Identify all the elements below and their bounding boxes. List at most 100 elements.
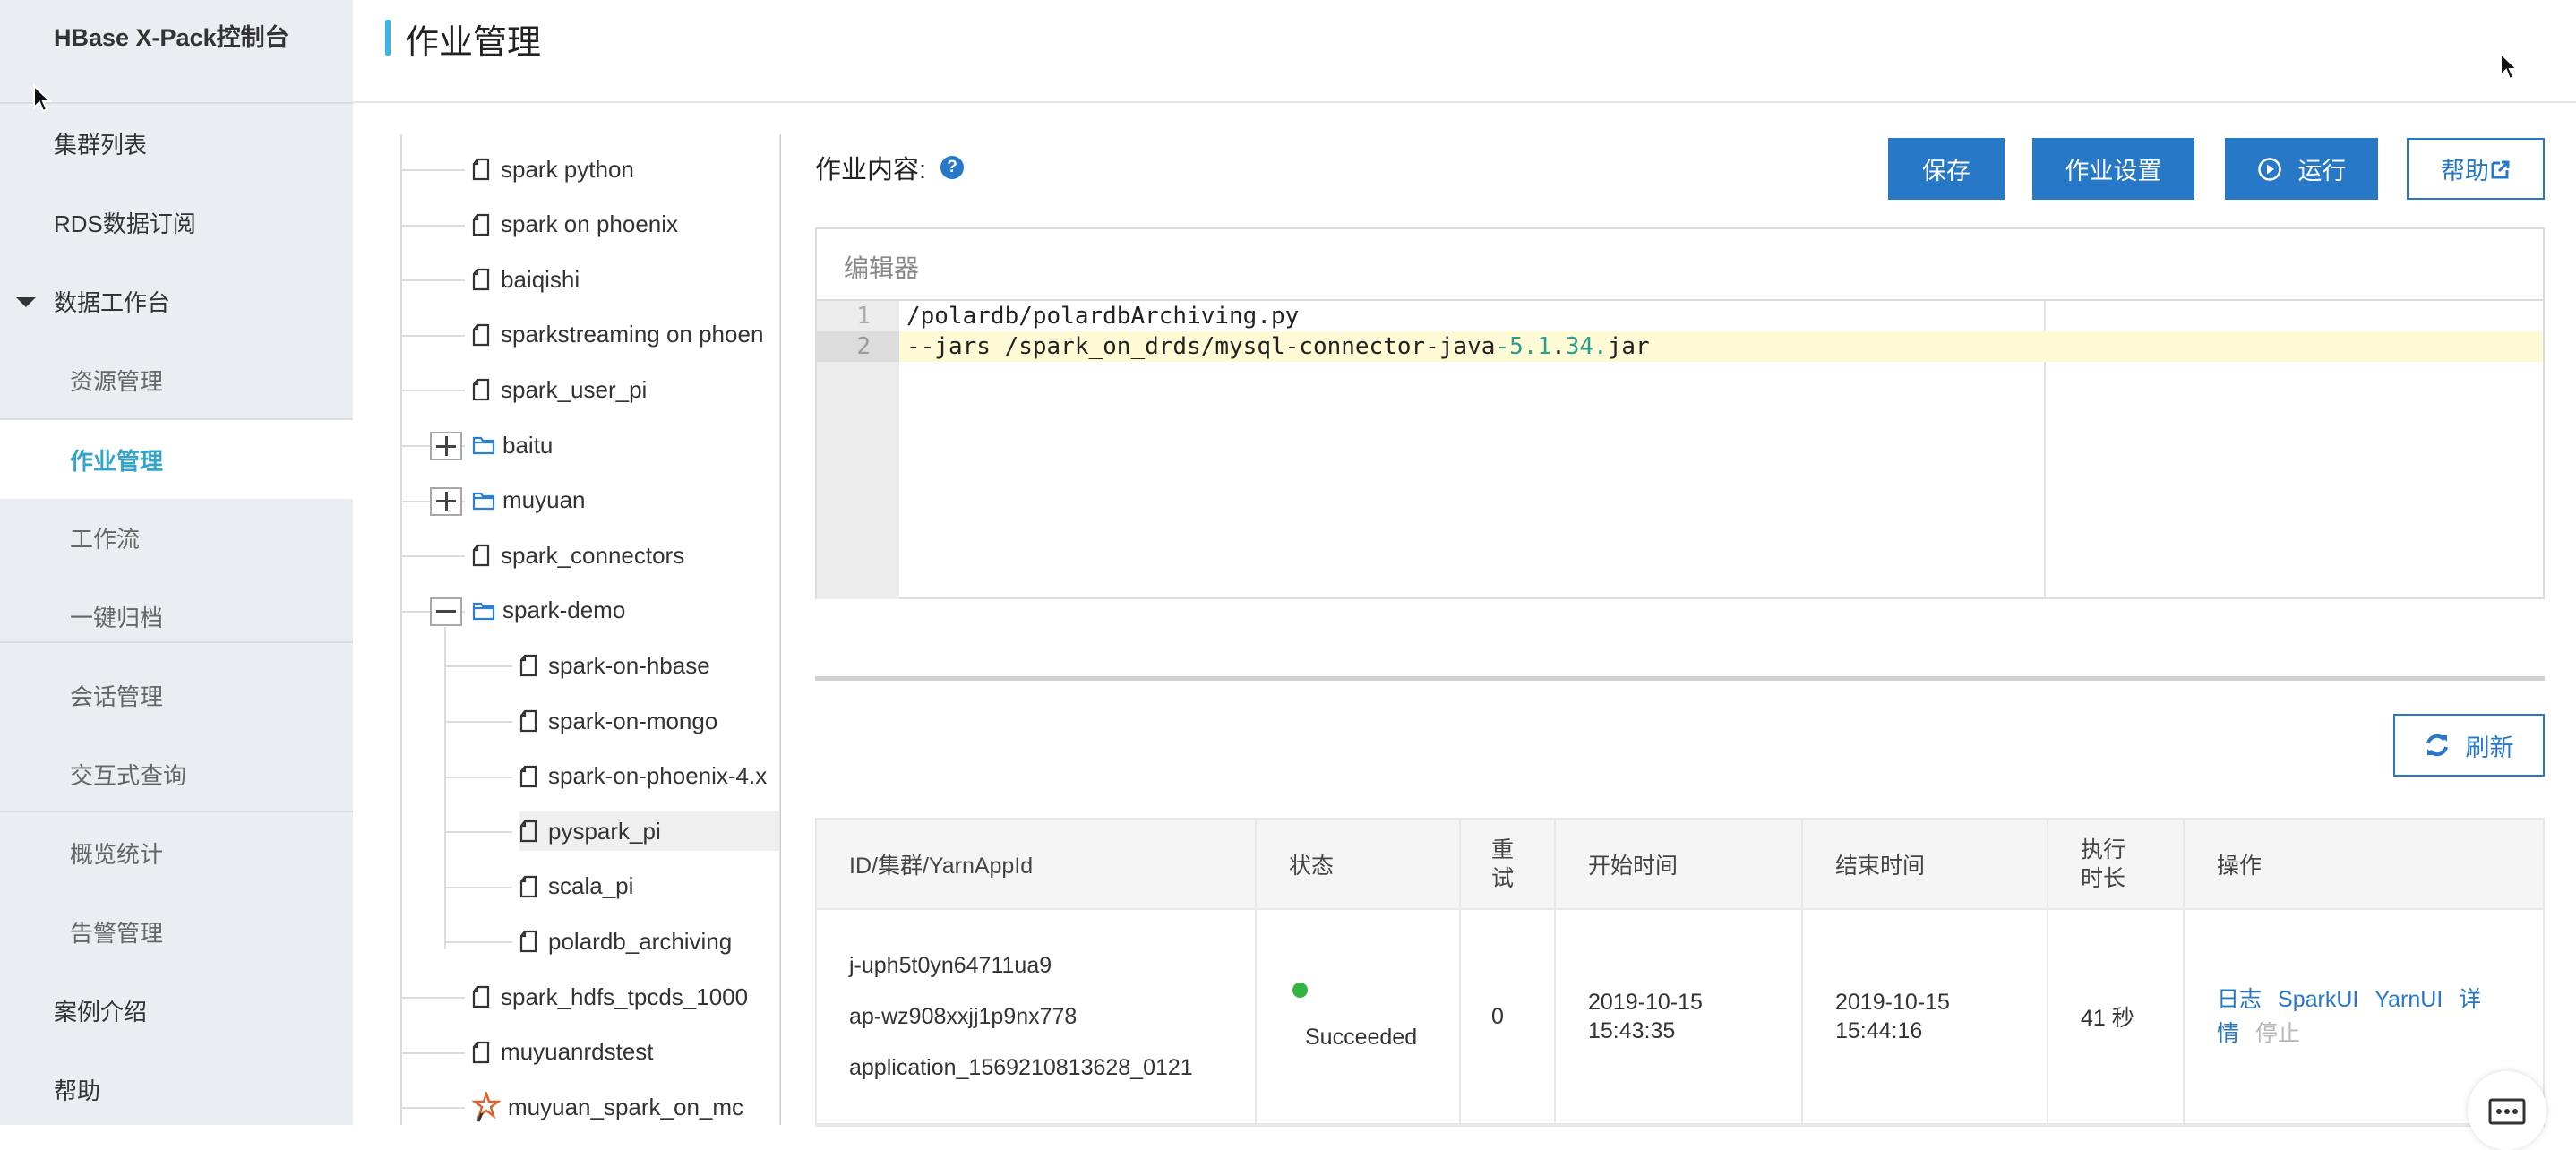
tree-connector (402, 279, 465, 282)
status-badge: Succeeded (1305, 1025, 1418, 1050)
tree-connector (446, 941, 512, 944)
question-circle-icon[interactable]: ? (940, 156, 965, 179)
file-icon (472, 378, 501, 401)
sparkui-link[interactable]: SparkUI (2278, 987, 2358, 1012)
sidebar-item-help[interactable]: 帮助 (0, 1050, 353, 1129)
caret-down-icon (16, 297, 36, 307)
column-header-start-time: 开始时间 (1556, 820, 1803, 908)
tree-connector (446, 886, 512, 888)
tree-file-node[interactable]: spark_user_pi (472, 370, 647, 409)
tree-file-node[interactable]: spark-on-phoenix-4.x (519, 757, 767, 796)
save-button[interactable]: 保存 (1888, 138, 2005, 200)
tree-file-node[interactable]: pyspark_pi (519, 811, 779, 852)
table-row: j-uph5t0yn64711ua9 ap-wz908xxjj1p9nx778 … (817, 910, 2543, 1125)
yarnui-link[interactable]: YarnUI (2374, 987, 2443, 1012)
tree-connector (402, 1107, 465, 1110)
tree-connector (446, 831, 512, 834)
file-icon (519, 709, 548, 733)
sidebar-item-job-management[interactable]: 作业管理 (0, 420, 353, 499)
sidebar-item-case-intro[interactable]: 案例介绍 (0, 971, 353, 1050)
sidebar-item-label: 作业管理 (70, 447, 164, 475)
file-icon (519, 654, 548, 677)
tree-file-node[interactable]: spark-on-mongo (519, 701, 717, 741)
tree-line (444, 627, 446, 949)
collapse-toggle-icon[interactable] (430, 596, 462, 626)
details-link-cont[interactable]: 情 (2217, 1021, 2239, 1046)
job-content-label-text: 作业内容: (815, 156, 927, 185)
code-line-active[interactable]: 2 --jars /spark_on_drds/mysql-connector-… (817, 331, 2543, 362)
chat-support-button[interactable] (2468, 1071, 2546, 1150)
cell-duration: 41 秒 (2048, 910, 2185, 1123)
sidebar-item-one-click-archive[interactable]: 一键归档 (0, 577, 353, 656)
sidebar-item-label: 数据工作台 (54, 288, 171, 316)
file-icon (472, 213, 501, 236)
tree-file-node[interactable]: spark-on-hbase (519, 646, 710, 685)
tree-folder-node[interactable]: spark-demo (472, 591, 625, 631)
cluster-id: ap-wz908xxjj1p9nx778 (849, 1003, 1078, 1029)
tree-scrollbar[interactable] (779, 134, 781, 1125)
actions-line: 情停止 (2217, 1017, 2316, 1051)
log-link[interactable]: 日志 (2217, 987, 2262, 1012)
sidebar-item-workflow[interactable]: 工作流 (0, 498, 353, 577)
sidebar-item-resource-management[interactable]: 资源管理 (0, 340, 353, 419)
tree-file-node[interactable]: sparkstreaming on phoen (472, 315, 763, 355)
tree-file-node[interactable]: polardb_archiving (519, 922, 732, 961)
spark-logo-icon (472, 1092, 508, 1122)
details-link[interactable]: 详 (2459, 987, 2481, 1012)
stop-link: 停止 (2255, 1021, 2301, 1046)
column-header-label: 重 (1491, 837, 1515, 862)
yarn-app-id: application_1569210813628_0121 (849, 1054, 1193, 1080)
tree-node-label: spark-on-phoenix-4.x (548, 762, 768, 790)
code-token: --jars /spark_on_drds/mysql-connector-ja… (906, 333, 1496, 360)
sidebar-item-interactive-query[interactable]: 交互式查询 (0, 734, 353, 813)
page-title: 作业管理 (405, 24, 542, 62)
help-button[interactable]: 帮助 (2407, 138, 2545, 200)
tree-folder-node[interactable]: muyuan (472, 481, 586, 520)
sidebar-item-data-workbench[interactable]: 数据工作台 (0, 262, 353, 340)
column-header-label: 结束时间 (1835, 853, 1926, 879)
sidebar-item-alarm-management[interactable]: 告警管理 (0, 892, 353, 971)
code-editor[interactable]: 编辑器 1 /polardb/polardbArchiving.py 2 --j… (815, 227, 2545, 599)
tree-node-label: spark_connectors (501, 541, 685, 569)
tree-file-node[interactable]: spark_hdfs_tpcds_1000 (472, 977, 748, 1017)
tree-folder-node[interactable]: baitu (472, 425, 553, 465)
sidebar-item-overview-stats[interactable]: 概览统计 (0, 813, 353, 892)
expand-toggle-icon[interactable] (430, 432, 462, 460)
column-header-label: 状态 (1289, 853, 1335, 879)
cell-end-time: 2019-10-15 15:44:16 (1803, 910, 2048, 1123)
job-settings-button[interactable]: 作业设置 (2032, 138, 2194, 200)
sidebar-item-rds-subscription[interactable]: RDS数据订阅 (0, 183, 353, 262)
expand-toggle-icon[interactable] (430, 486, 462, 516)
sidebar-item-cluster-list[interactable]: 集群列表 (0, 104, 353, 183)
tree-file-node[interactable]: scala_pi (519, 867, 633, 906)
column-header-label: 试 (1491, 865, 1515, 891)
tree-file-node[interactable]: spark on phoenix (472, 205, 678, 245)
folder-icon (472, 491, 502, 511)
tree-node-label: muyuanrdstest (501, 1038, 654, 1066)
code-line[interactable]: 1 /polardb/polardbArchiving.py (817, 301, 2543, 331)
sidebar-item-session-management[interactable]: 会话管理 (0, 656, 353, 734)
tree-file-node[interactable]: muyuan_spark_on_mc (472, 1087, 743, 1125)
column-header-actions: 操作 (2185, 820, 2545, 908)
sidebar-item-label: 告警管理 (70, 919, 164, 947)
section-divider (815, 676, 2545, 681)
tree-connector (402, 334, 465, 337)
sidebar-item-label: 帮助 (54, 1077, 101, 1104)
start-time: 15:43:35 (1588, 1018, 1676, 1043)
refresh-button[interactable]: 刷新 (2393, 714, 2545, 777)
sidebar-item-label: 工作流 (70, 525, 141, 553)
start-date: 2019-10-15 (1588, 990, 1703, 1015)
tree-file-node[interactable]: baiqishi (472, 260, 580, 299)
tree-file-node[interactable]: muyuanrdstest (472, 1033, 654, 1072)
end-time: 15:44:16 (1835, 1018, 1923, 1043)
run-button[interactable]: 运行 (2225, 138, 2378, 200)
line-number: 1 (856, 303, 871, 330)
tree-file-node[interactable]: spark_connectors (472, 536, 684, 575)
mouse-cursor-icon (33, 84, 53, 113)
tree-node-label: spark-on-mongo (548, 707, 718, 734)
cell-ids: j-uph5t0yn64711ua9 ap-wz908xxjj1p9nx778 … (817, 910, 1257, 1123)
tree-file-node[interactable]: spark python (472, 150, 634, 189)
refresh-icon (2426, 734, 2448, 757)
tree-connector (402, 169, 465, 171)
run-button-label: 运行 (2297, 158, 2347, 185)
